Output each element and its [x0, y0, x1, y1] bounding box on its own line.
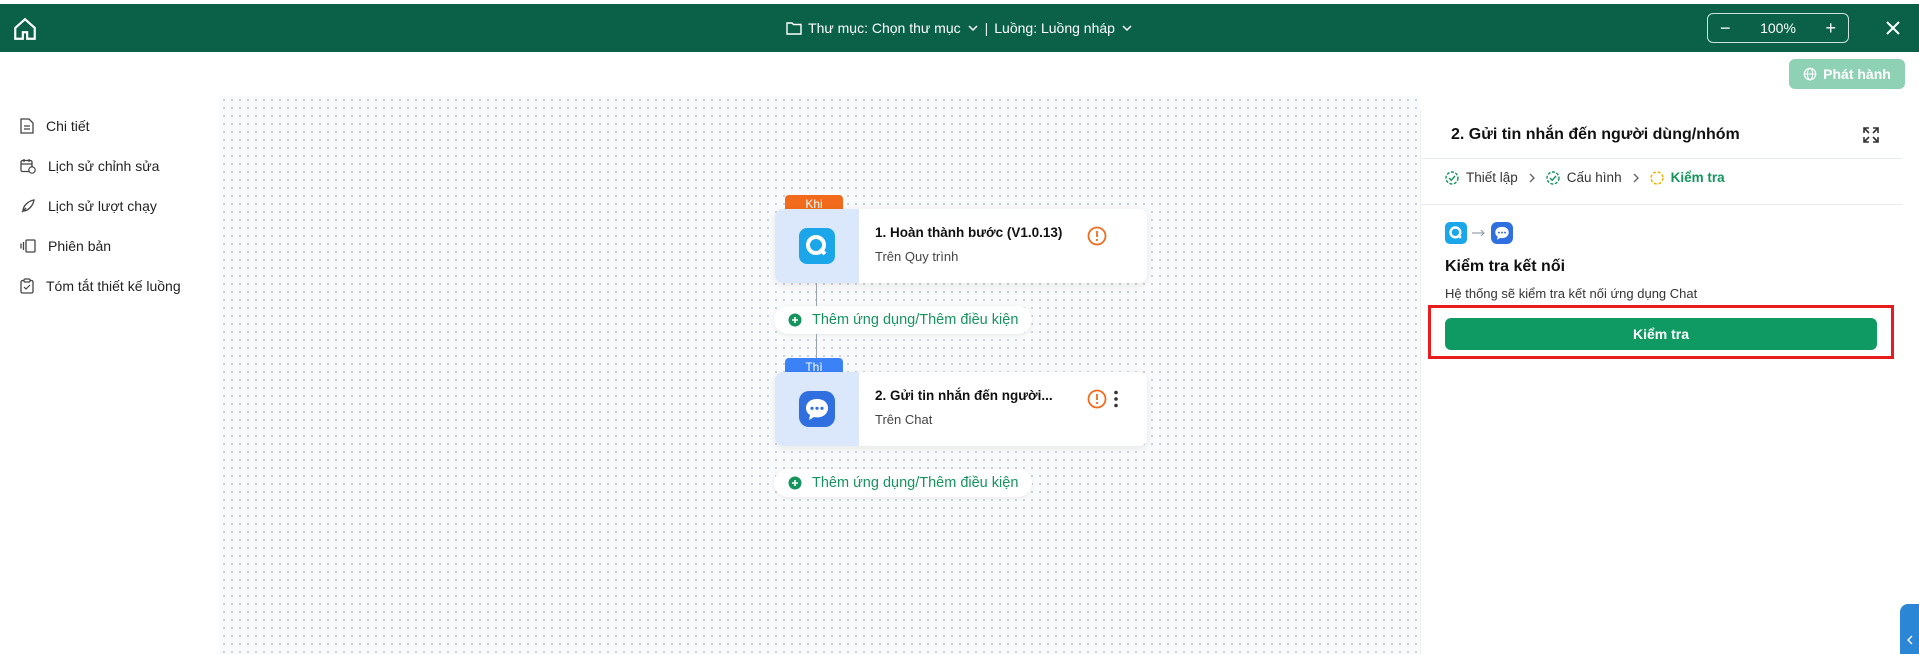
sidebar-item-label: Lịch sử lượt chạy — [48, 198, 157, 214]
sidebar-item-edit-history[interactable]: Lịch sử chỉnh sửa — [20, 158, 159, 174]
publish-button[interactable]: Phát hành — [1789, 59, 1905, 89]
chevron-right-icon — [1529, 173, 1535, 182]
collapse-panel-tab[interactable] — [1900, 604, 1919, 654]
top-bar: Thư mục: Chọn thư mục | Luồng: Luồng nhá… — [0, 4, 1919, 52]
plus-circle-icon — [788, 313, 802, 327]
flow-label: Luồng: Luồng nháp — [994, 20, 1115, 36]
expand-icon[interactable] — [1862, 126, 1880, 144]
connection-check-title: Kiểm tra kết nối — [1445, 258, 1566, 275]
zoom-in-button[interactable]: + — [1825, 19, 1836, 37]
zoom-out-button[interactable]: − — [1720, 19, 1731, 37]
divider — [1421, 204, 1902, 205]
flow-selector[interactable]: Luồng: Luồng nháp — [994, 20, 1133, 36]
chevron-left-icon — [1907, 635, 1913, 645]
add-link-label: Thêm ứng dụng/Thêm điều kiện — [812, 312, 1019, 328]
close-icon[interactable] — [1883, 18, 1903, 38]
action-node[interactable]: 2. Gửi tin nhắn đến người... Trên Chat — [775, 372, 1147, 446]
process-app-icon — [1445, 222, 1467, 244]
chevron-right-icon — [1633, 173, 1639, 182]
chevron-down-icon — [968, 25, 978, 32]
rocket-icon — [21, 199, 35, 213]
sidebar: Chi tiết Lịch sử chỉnh sửa Lịch sử lượt … — [0, 96, 218, 654]
warning-icon[interactable] — [1087, 226, 1107, 246]
sidebar-item-label: Lịch sử chỉnh sửa — [48, 158, 160, 174]
panel-title: 2. Gửi tin nhắn đến người dùng/nhóm — [1451, 126, 1740, 143]
sidebar-item-label: Phiên bản — [48, 238, 112, 254]
trigger-title: 1. Hoàn thành bước (V1.0.13) — [875, 225, 1063, 240]
warning-icon[interactable] — [1087, 389, 1107, 409]
step-label: Cấu hình — [1566, 170, 1622, 185]
connector-line — [816, 334, 817, 358]
toolbar-strip — [0, 52, 1919, 96]
flow-canvas[interactable]: Khi 1. Hoàn thành bước (V1.0.13) Trên Qu… — [220, 96, 1420, 654]
trigger-node[interactable]: 1. Hoàn thành bước (V1.0.13) Trên Quy tr… — [775, 209, 1147, 283]
sidebar-item-label: Chi tiết — [46, 118, 90, 134]
trigger-app-icon-zone — [775, 209, 859, 283]
publish-label: Phát hành — [1823, 66, 1891, 82]
check-circle-icon — [1445, 170, 1459, 185]
zoom-level: 100% — [1760, 20, 1796, 36]
plus-circle-icon — [788, 476, 802, 490]
loading-circle-icon — [1649, 170, 1664, 185]
connection-check-description: Hệ thống sẽ kiểm tra kết nối ứng dụng Ch… — [1445, 286, 1698, 301]
versions-icon — [20, 239, 36, 253]
calendar-history-icon — [20, 159, 36, 174]
sidebar-item-details[interactable]: Chi tiết — [20, 118, 90, 134]
step-test[interactable]: Kiểm tra — [1649, 170, 1725, 185]
folder-label: Thư mục: Chọn thư mục — [808, 20, 961, 36]
step-label: Thiết lập — [1466, 170, 1518, 185]
folder-selector[interactable]: Thư mục: Chọn thư mục — [786, 20, 979, 36]
chat-app-icon — [1491, 222, 1513, 244]
sidebar-item-run-history[interactable]: Lịch sử lượt chạy — [20, 198, 157, 214]
step-progress: Thiết lập Cấu hình Kiểm tra — [1445, 170, 1725, 185]
action-subtitle: Trên Chat — [875, 412, 933, 427]
trigger-subtitle: Trên Quy trình — [875, 249, 959, 264]
sidebar-item-versions[interactable]: Phiên bản — [20, 238, 111, 254]
zoom-control: − 100% + — [1707, 13, 1849, 43]
breadcrumb: Thư mục: Chọn thư mục | Luồng: Luồng nhá… — [0, 4, 1919, 52]
step-config-panel: 2. Gửi tin nhắn đến người dùng/nhóm Thiế… — [1420, 110, 1902, 654]
folder-icon — [786, 22, 802, 35]
step-setup[interactable]: Thiết lập — [1445, 170, 1518, 185]
check-circle-icon — [1546, 170, 1560, 185]
add-link-label: Thêm ứng dụng/Thêm điều kiện — [812, 475, 1019, 491]
more-vertical-icon[interactable] — [1113, 390, 1119, 408]
action-app-icon-zone — [775, 372, 859, 446]
add-app-condition-link[interactable]: Thêm ứng dụng/Thêm điều kiện — [774, 469, 1033, 497]
sidebar-item-flow-summary[interactable]: Tóm tắt thiết kế luồng — [20, 278, 181, 294]
breadcrumb-separator: | — [984, 20, 989, 36]
arrow-right-icon — [1472, 229, 1485, 237]
globe-icon — [1803, 67, 1817, 81]
action-title: 2. Gửi tin nhắn đến người... — [875, 388, 1053, 403]
chevron-down-icon — [1122, 25, 1132, 32]
step-label: Kiểm tra — [1670, 170, 1725, 185]
sidebar-item-label: Tóm tắt thiết kế luồng — [46, 278, 181, 294]
clipboard-icon — [20, 278, 34, 294]
chat-app-icon — [799, 391, 835, 427]
document-icon — [20, 118, 34, 134]
step-config[interactable]: Cấu hình — [1546, 170, 1622, 185]
add-app-condition-link[interactable]: Thêm ứng dụng/Thêm điều kiện — [774, 306, 1033, 334]
highlight-box — [1428, 305, 1894, 359]
app-connection-flow — [1445, 222, 1513, 244]
process-app-icon — [799, 228, 835, 264]
divider — [1421, 158, 1902, 159]
